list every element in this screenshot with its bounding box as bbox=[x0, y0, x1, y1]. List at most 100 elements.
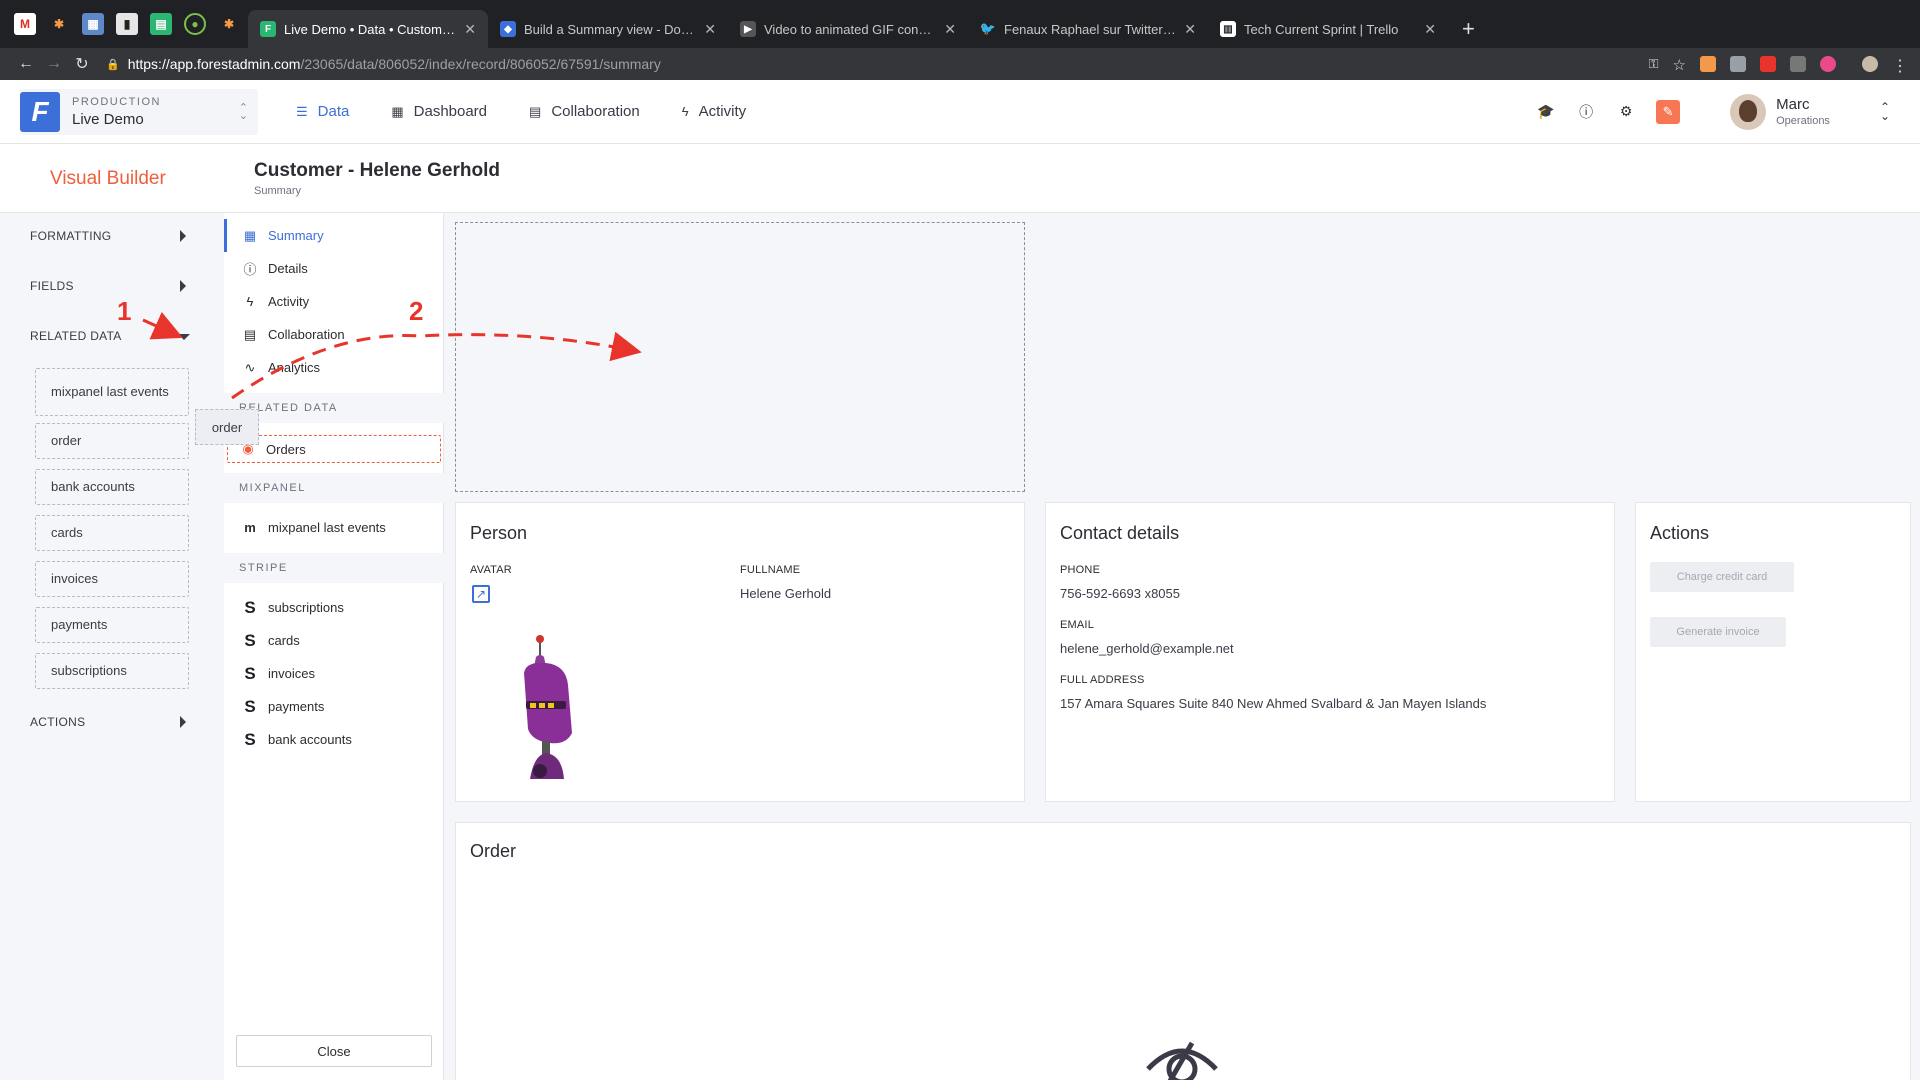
tab-details[interactable]: ⓘ Details bbox=[224, 252, 444, 285]
caret-right-icon[interactable] bbox=[180, 230, 186, 242]
caret-down-icon[interactable] bbox=[178, 334, 190, 340]
forward-icon[interactable]: → bbox=[40, 55, 68, 73]
tab-close-icon[interactable]: ✕ bbox=[1424, 21, 1436, 38]
bolt-icon: ϟ bbox=[246, 294, 254, 309]
fields-section[interactable]: FIELDS bbox=[30, 279, 74, 293]
gear-icon[interactable]: ⚙ bbox=[1616, 102, 1636, 122]
pinned-tab-4[interactable]: ▮ bbox=[116, 13, 138, 35]
project-selector[interactable]: F PRODUCTION Live Demo ⌃ ⌄ bbox=[20, 88, 258, 135]
reload-icon[interactable]: ↻ bbox=[68, 54, 96, 74]
browser-tab[interactable]: ◆ Build a Summary view - Docum ✕ bbox=[488, 10, 728, 48]
caret-right-icon[interactable] bbox=[180, 280, 186, 292]
pinned-tab-3[interactable]: ▦ bbox=[82, 13, 104, 35]
pinned-tab-6[interactable]: ● bbox=[184, 13, 206, 35]
external-link-icon[interactable]: ↗ bbox=[472, 585, 490, 603]
section-label: subscriptions bbox=[268, 600, 344, 615]
nav-label: Dashboard bbox=[413, 103, 488, 120]
extension-icon[interactable] bbox=[1820, 56, 1836, 72]
tab-close-icon[interactable]: ✕ bbox=[704, 21, 716, 38]
brush-icon[interactable]: ✎ bbox=[1656, 99, 1681, 124]
field-label: FULLNAME bbox=[740, 564, 801, 576]
user-role: Operations bbox=[1776, 115, 1830, 127]
star-icon[interactable]: ☆ bbox=[1673, 56, 1686, 74]
drop-zone[interactable] bbox=[455, 222, 1025, 492]
help-icon[interactable]: ⓘ bbox=[1576, 102, 1596, 122]
section-label: mixpanel last events bbox=[268, 520, 386, 535]
charge-credit-card-button[interactable]: Charge credit card bbox=[1650, 562, 1794, 592]
section-stripe-bank-accounts[interactable]: S bank accounts bbox=[224, 723, 444, 756]
forest-logo: F bbox=[20, 91, 60, 132]
tab-close-icon[interactable]: ✕ bbox=[464, 21, 476, 38]
section-mixpanel-events[interactable]: m mixpanel last events bbox=[224, 511, 444, 544]
section-label: bank accounts bbox=[268, 732, 352, 747]
nav-data[interactable]: ☰ Data bbox=[296, 103, 349, 120]
nav-activity[interactable]: ϟ Activity bbox=[682, 103, 746, 120]
formatting-section[interactable]: FORMATTING bbox=[30, 229, 111, 243]
browser-extensions: ⚿ ☆ ⋮ bbox=[1649, 56, 1908, 75]
user-name: Marc bbox=[1776, 96, 1810, 113]
info-icon: ⓘ bbox=[243, 262, 257, 277]
new-tab-button[interactable]: + bbox=[1448, 10, 1489, 48]
section-label: Summary bbox=[268, 228, 324, 243]
section-stripe-payments[interactable]: S payments bbox=[224, 690, 444, 723]
pinned-tab-2[interactable]: ✱ bbox=[48, 13, 70, 35]
profile-avatar-icon[interactable] bbox=[1862, 56, 1878, 72]
tab-summary[interactable]: ▦ Summary bbox=[224, 219, 444, 252]
section-stripe-invoices[interactable]: S invoices bbox=[224, 657, 444, 690]
main-nav: ☰ Data ▦ Dashboard ▤ Collaboration ϟ Act… bbox=[296, 103, 746, 120]
related-data-chip[interactable]: subscriptions bbox=[35, 653, 189, 689]
related-data-chip[interactable]: mixpanel last events bbox=[35, 368, 189, 416]
related-data-chip[interactable]: order bbox=[35, 423, 189, 459]
tab-close-icon[interactable]: ✕ bbox=[1184, 21, 1196, 38]
pinned-tab-7[interactable]: ✱ bbox=[218, 13, 240, 35]
extension-icon[interactable] bbox=[1730, 56, 1746, 72]
phone-value: 756-592-6693 x8055 bbox=[1060, 586, 1180, 601]
related-data-chip[interactable]: cards bbox=[35, 515, 189, 551]
forest-favicon-icon: F bbox=[260, 21, 276, 37]
nav-dashboard[interactable]: ▦ Dashboard bbox=[391, 103, 487, 120]
browser-tab[interactable]: 🐦 Fenaux Raphael sur Twitter : " ✕ bbox=[968, 10, 1208, 48]
nav-collaboration[interactable]: ▤ Collaboration bbox=[529, 103, 640, 120]
caret-right-icon[interactable] bbox=[180, 716, 186, 728]
trello-favicon-icon: ▥ bbox=[1220, 21, 1236, 37]
url-host: https://app.forestadmin.com bbox=[127, 56, 301, 72]
close-button[interactable]: Close bbox=[236, 1035, 432, 1067]
browser-tab[interactable]: ▶ Video to animated GIF convert ✕ bbox=[728, 10, 968, 48]
related-data-chip[interactable]: payments bbox=[35, 607, 189, 643]
actions-section[interactable]: ACTIONS bbox=[30, 715, 85, 729]
dragged-chip[interactable]: order bbox=[195, 409, 259, 445]
key-icon[interactable]: ⚿ bbox=[1649, 56, 1659, 72]
back-icon[interactable]: ← bbox=[12, 55, 40, 73]
pinned-tab-5[interactable]: ▤ bbox=[150, 13, 172, 35]
record-header: Visual Builder Customer - Helene Gerhold… bbox=[0, 144, 1920, 213]
section-stripe-subscriptions[interactable]: S subscriptions bbox=[224, 591, 444, 624]
stripe-icon: S bbox=[244, 630, 256, 650]
graduation-cap-icon[interactable]: 🎓 bbox=[1536, 102, 1556, 122]
address-bar[interactable]: 🔒 https://app.forestadmin.com/23065/data… bbox=[106, 50, 1649, 78]
browser-tab[interactable]: ▥ Tech Current Sprint | Trello ✕ bbox=[1208, 10, 1448, 48]
related-data-section[interactable]: RELATED DATA bbox=[30, 329, 122, 343]
extension-icon[interactable] bbox=[1790, 56, 1806, 72]
related-data-chip[interactable]: bank accounts bbox=[35, 469, 189, 505]
nav-label: Collaboration bbox=[551, 103, 640, 120]
orders-dropped-item[interactable]: ◉ Orders bbox=[227, 435, 441, 463]
list-icon: ☰ bbox=[296, 103, 308, 119]
generate-invoice-button[interactable]: Generate invoice bbox=[1650, 617, 1786, 647]
browser-menu-icon[interactable]: ⋮ bbox=[1892, 56, 1908, 75]
project-name: Live Demo bbox=[72, 110, 144, 128]
app-header: F PRODUCTION Live Demo ⌃ ⌄ ☰ Data ▦ Dashb… bbox=[0, 80, 1920, 144]
related-data-chip[interactable]: invoices bbox=[35, 561, 189, 597]
card-title: Order bbox=[470, 841, 517, 861]
section-stripe-cards[interactable]: S cards bbox=[224, 624, 444, 657]
tab-close-icon[interactable]: ✕ bbox=[944, 21, 956, 38]
extension-icon[interactable] bbox=[1760, 56, 1776, 72]
stripe-icon: S bbox=[244, 663, 256, 683]
browser-tab[interactable]: F Live Demo • Data • Customers ✕ bbox=[248, 10, 488, 48]
section-label: Details bbox=[268, 261, 308, 276]
page-title: Customer - Helene Gerhold bbox=[254, 160, 500, 181]
tab-analytics[interactable]: ∿ Analytics bbox=[224, 351, 444, 384]
docs-favicon-icon: ◆ bbox=[500, 21, 516, 37]
user-menu[interactable]: Marc Operations ⌃ ⌄ bbox=[1730, 93, 1890, 130]
gmail-pinned-tab[interactable]: M bbox=[14, 13, 36, 35]
extension-icon[interactable] bbox=[1700, 56, 1716, 72]
